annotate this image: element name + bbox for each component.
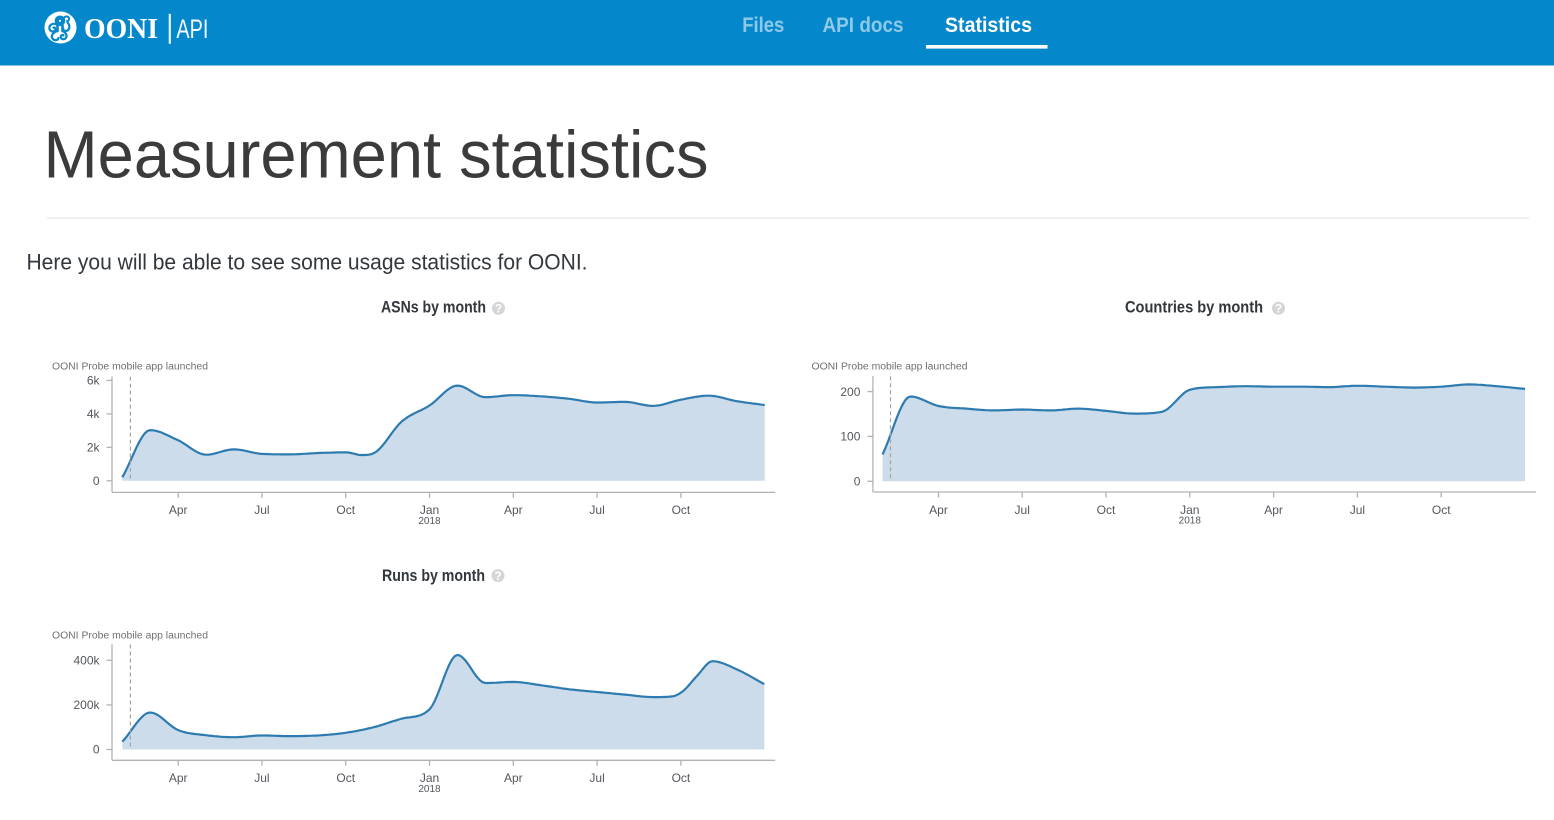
svg-text:0: 0 [93,474,100,488]
svg-text:Oct: Oct [336,771,355,785]
svg-text:Jul: Jul [1350,503,1365,517]
svg-text:API docs: API docs [823,14,904,37]
svg-text:Apr: Apr [504,503,523,517]
svg-text:Apr: Apr [504,771,523,785]
svg-text:200k: 200k [73,698,100,712]
svg-text:OONI Probe mobile app launched: OONI Probe mobile app launched [52,631,208,642]
svg-text:2018: 2018 [1179,516,1202,527]
svg-text:Oct: Oct [672,503,691,517]
svg-text:2k: 2k [87,441,101,455]
svg-text:0: 0 [93,743,100,757]
svg-text:2018: 2018 [418,516,441,527]
svg-text:Jul: Jul [589,503,604,517]
svg-text:Oct: Oct [1097,503,1116,517]
svg-text:Jul: Jul [254,503,269,517]
svg-text:Jul: Jul [589,771,604,785]
svg-text:Countries by month: Countries by month [1125,299,1263,317]
svg-text:100: 100 [840,430,860,444]
svg-text:Oct: Oct [672,771,691,785]
svg-text:Measurement statistics: Measurement statistics [44,118,709,193]
svg-text:Jul: Jul [254,771,269,785]
svg-text:Apr: Apr [169,771,188,785]
svg-text:Apr: Apr [169,503,188,517]
svg-text:Files: Files [742,14,784,37]
svg-text:OONI Probe mobile app launched: OONI Probe mobile app launched [52,362,208,373]
svg-text:OONI: OONI [84,14,158,45]
svg-text:?: ? [1275,302,1282,316]
svg-text:2018: 2018 [418,784,441,795]
svg-text:4k: 4k [87,407,101,421]
svg-text:Apr: Apr [929,503,948,517]
svg-text:ASNs by month: ASNs by month [381,299,486,317]
svg-text:Apr: Apr [1264,503,1283,517]
svg-text:?: ? [495,302,502,316]
svg-text:Oct: Oct [1432,503,1451,517]
svg-text:200: 200 [840,385,860,399]
svg-text:Here you will be able to see s: Here you will be able to see some usage … [27,250,588,275]
svg-text:API: API [176,14,208,44]
svg-text:6k: 6k [87,374,101,388]
svg-text:Jul: Jul [1015,503,1030,517]
svg-text:OONI Probe mobile app launched: OONI Probe mobile app launched [812,362,968,373]
svg-text:Statistics: Statistics [945,14,1032,37]
svg-text:400k: 400k [73,654,100,668]
svg-text:Runs by month: Runs by month [382,567,485,585]
svg-text:0: 0 [854,475,861,489]
svg-text:Oct: Oct [336,503,355,517]
svg-text:?: ? [494,569,501,583]
